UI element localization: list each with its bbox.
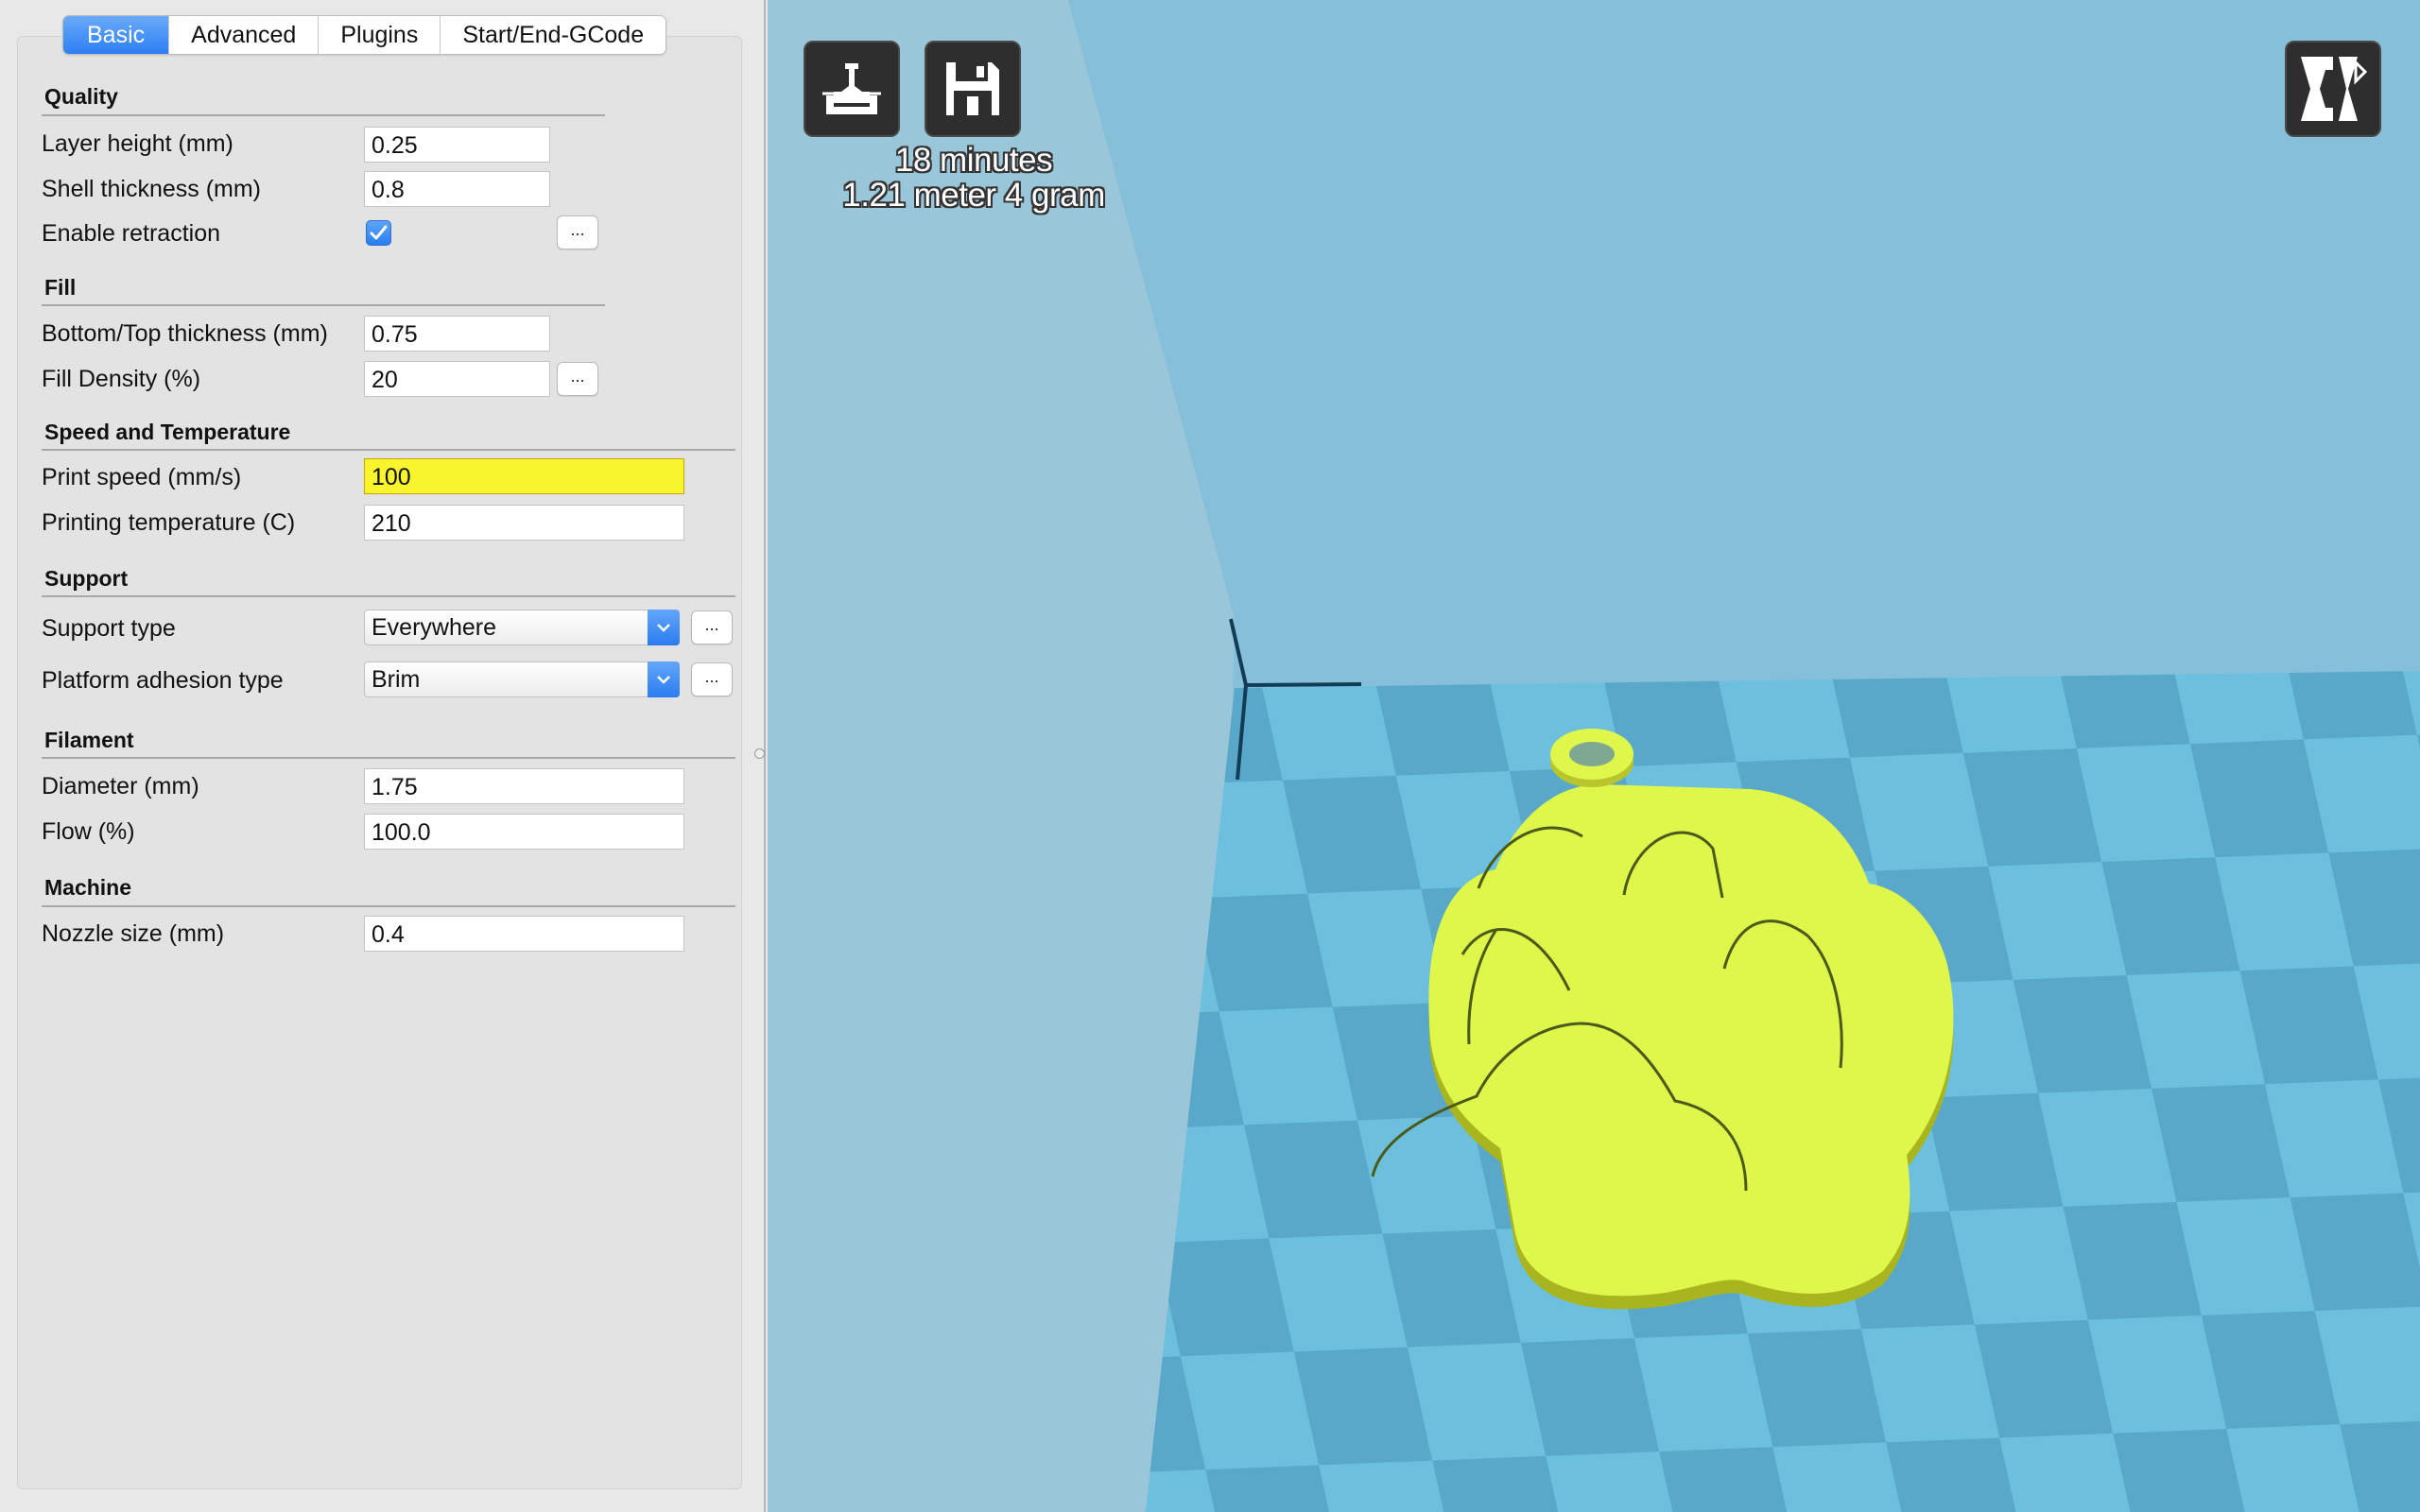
fill-density-label: Fill Density (%) (42, 366, 201, 392)
axis-line-x (1245, 682, 1362, 687)
print-speed-input[interactable]: 100 (364, 458, 684, 494)
printing-temperature-input[interactable]: 210 (364, 505, 684, 541)
view-mode-button[interactable] (2285, 41, 2381, 137)
settings-panel-body (17, 36, 742, 1489)
section-divider (42, 449, 735, 451)
section-divider (42, 757, 735, 759)
3d-viewport[interactable]: 18 minutes 1.21 meter 4 gram (768, 0, 2420, 1512)
platform-adhesion-value: Brim (372, 666, 421, 693)
panel-resize-handle[interactable] (754, 748, 765, 759)
load-model-icon (822, 63, 881, 114)
flow-input[interactable]: 100.0 (364, 814, 684, 850)
save-gcode-button[interactable] (925, 41, 1021, 137)
layer-height-label: Layer height (mm) (42, 130, 233, 157)
platform-adhesion-select[interactable]: Brim (364, 662, 680, 697)
section-divider (42, 595, 735, 597)
support-type-select[interactable]: Everywhere (364, 610, 680, 645)
layer-height-input[interactable]: 0.25 (364, 127, 550, 163)
section-title-support: Support (44, 566, 129, 591)
3d-scene (768, 0, 2420, 1512)
material-usage-text: 1.21 meter 4 gram (842, 177, 1105, 214)
diameter-label: Diameter (mm) (42, 773, 199, 799)
enable-retraction-label: Enable retraction (42, 220, 221, 247)
section-title-fill: Fill (44, 275, 77, 300)
fill-density-more-button[interactable]: ... (557, 362, 598, 396)
section-divider (42, 304, 605, 306)
section-title-machine: Machine (44, 875, 132, 900)
diameter-input[interactable]: 1.75 (364, 768, 684, 804)
nozzle-size-label: Nozzle size (mm) (42, 920, 225, 947)
chevron-down-icon (648, 610, 680, 645)
tab-advanced[interactable]: Advanced (168, 16, 319, 54)
retraction-more-button[interactable]: ... (557, 215, 598, 249)
tab-start-end-gcode[interactable]: Start/End-GCode (440, 16, 666, 54)
nozzle-size-input[interactable]: 0.4 (364, 916, 684, 952)
tab-plugins[interactable]: Plugins (318, 16, 441, 54)
support-type-more-button[interactable]: ... (691, 610, 733, 644)
shell-thickness-label: Shell thickness (mm) (42, 176, 261, 202)
view-mode-icon (2301, 57, 2368, 121)
settings-panel: Basic Advanced Plugins Start/End-GCode Q… (0, 0, 766, 1512)
section-divider (42, 114, 605, 116)
settings-tab-bar: Basic Advanced Plugins Start/End-GCode (62, 15, 667, 55)
section-title-speed-temperature: Speed and Temperature (44, 420, 291, 444)
bottom-top-thickness-input[interactable]: 0.75 (364, 316, 550, 352)
fill-density-input[interactable]: 20 (364, 361, 550, 397)
load-model-button[interactable] (804, 41, 900, 137)
flow-label: Flow (%) (42, 818, 135, 845)
checkmark-icon (370, 225, 388, 240)
support-type-value: Everywhere (372, 614, 496, 641)
save-disk-icon (946, 62, 999, 115)
chevron-down-icon (648, 662, 680, 697)
print-speed-label: Print speed (mm/s) (42, 464, 242, 490)
shell-thickness-input[interactable]: 0.8 (364, 171, 550, 207)
platform-adhesion-more-button[interactable]: ... (691, 662, 733, 696)
section-title-quality: Quality (44, 84, 118, 109)
platform-adhesion-label: Platform adhesion type (42, 667, 284, 694)
enable-retraction-checkbox[interactable] (366, 220, 391, 246)
printing-temperature-label: Printing temperature (C) (42, 509, 296, 536)
bottom-top-thickness-label: Bottom/Top thickness (mm) (42, 320, 328, 347)
print-time-text: 18 minutes (894, 142, 1053, 179)
section-divider (42, 905, 735, 907)
tab-basic[interactable]: Basic (63, 16, 169, 54)
support-type-label: Support type (42, 615, 176, 642)
section-title-filament: Filament (44, 728, 134, 752)
